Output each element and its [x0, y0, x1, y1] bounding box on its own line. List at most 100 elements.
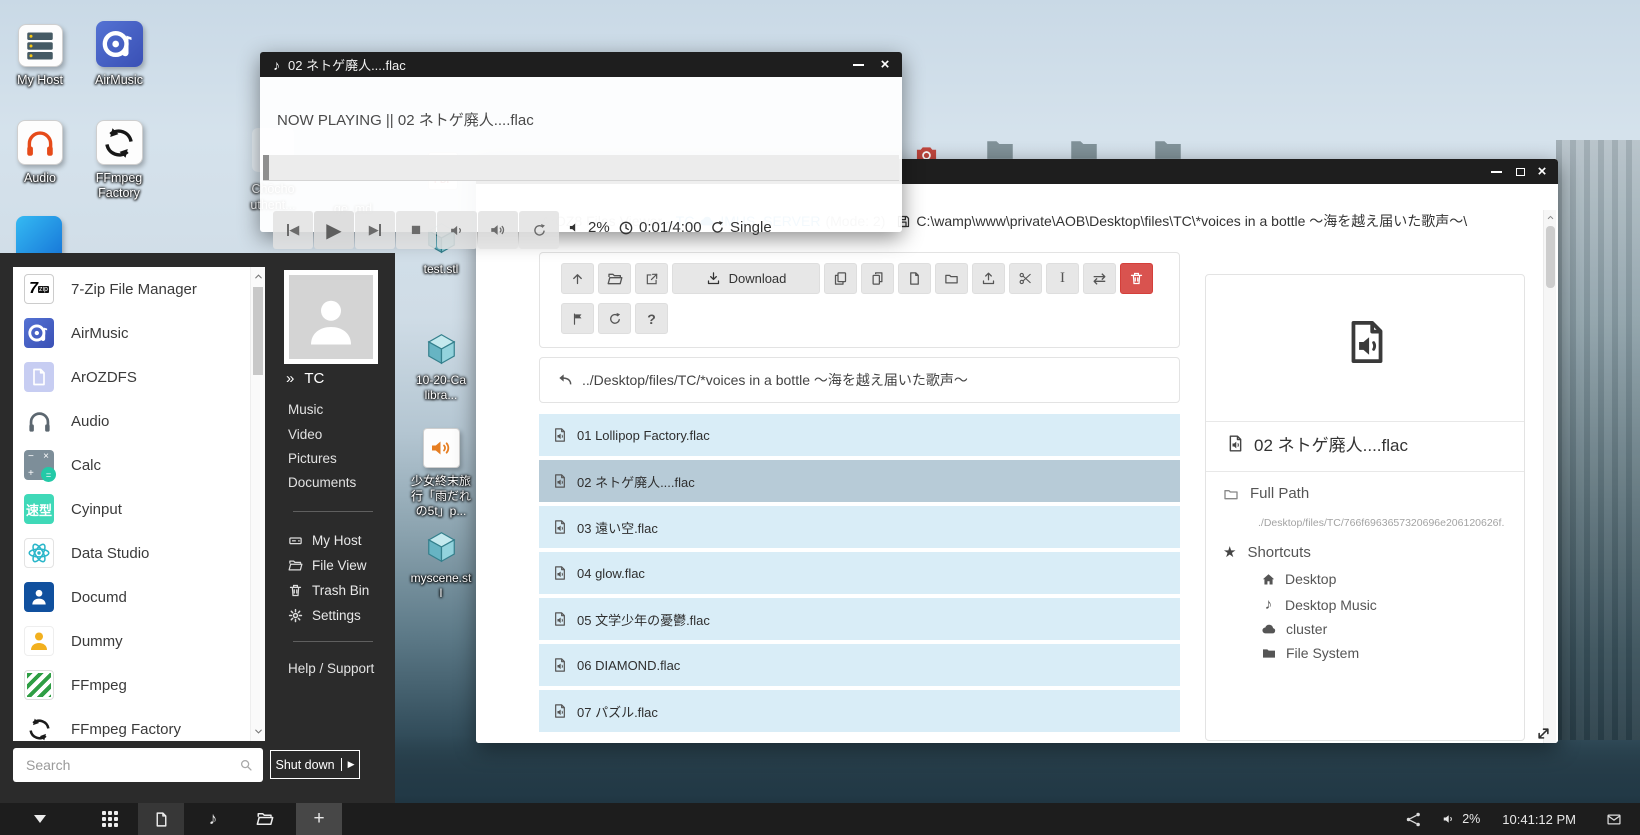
app-item-arozdfs[interactable]: ArOZDFS	[13, 355, 265, 399]
copy-button[interactable]	[824, 263, 857, 294]
menu-settings[interactable]: Settings	[288, 608, 361, 623]
notifications-button[interactable]	[1588, 803, 1640, 835]
app-item-ffmpeg-factory[interactable]: FFmpeg Factory	[13, 707, 265, 741]
taskbar-add-button[interactable]: +	[296, 803, 342, 835]
scroll-down-icon[interactable]	[253, 726, 264, 737]
stop-button[interactable]: ■	[396, 211, 436, 249]
desktop-icon-myscene-stl[interactable]: myscene.st l	[395, 529, 487, 601]
menu-file-view[interactable]: File View	[288, 558, 367, 573]
app-item-ffmpeg[interactable]: FFmpeg	[13, 663, 265, 707]
hide-menu-button[interactable]	[18, 803, 62, 835]
previous-button[interactable]: ◀	[273, 211, 313, 249]
desktop-icon-label: libra...	[425, 388, 458, 403]
app-item-audio[interactable]: Audio	[13, 399, 265, 443]
file-row[interactable]: 04 glow.flac	[539, 552, 1180, 594]
rename-button[interactable]: I	[1046, 263, 1079, 294]
close-button[interactable]: ×	[1532, 159, 1552, 184]
scrollbar-thumb[interactable]	[1546, 226, 1555, 288]
open-button[interactable]	[598, 263, 631, 294]
minimize-button[interactable]	[1486, 159, 1506, 184]
clock[interactable]: 10:41:12 PM	[1502, 803, 1576, 835]
minimize-button[interactable]	[848, 52, 868, 77]
wallpaper-right-band	[1556, 140, 1640, 740]
taskbar-file-button[interactable]	[138, 803, 184, 835]
app-item-calc[interactable]: −×+ = Calc	[13, 443, 265, 487]
app-item-data-studio[interactable]: Data Studio	[13, 531, 265, 575]
open-external-button[interactable]	[635, 263, 668, 294]
desktop-icon-airmusic[interactable]: AirMusic	[73, 21, 165, 88]
explorer-scrollbar[interactable]	[1543, 210, 1556, 743]
speaker-icon	[1442, 812, 1456, 826]
link-pictures[interactable]: Pictures	[288, 451, 337, 466]
reload-button[interactable]	[519, 211, 559, 249]
scrollbar-thumb[interactable]	[253, 287, 263, 375]
bookmark-button[interactable]	[561, 303, 594, 334]
seek-bar[interactable]	[263, 155, 899, 181]
file-row-selected[interactable]: 02 ネトゲ廃人....flac	[539, 460, 1180, 502]
app-item-cyinput[interactable]: 速型 Cyinput	[13, 487, 265, 531]
file-row[interactable]: 07 パズル.flac	[539, 690, 1180, 732]
upload-button[interactable]	[972, 263, 1005, 294]
volume-down-button[interactable]	[437, 211, 477, 249]
shutdown-button[interactable]: Shut down▶	[270, 750, 360, 779]
full-path-value: ./Desktop/files/TC/766f6963657320696e206…	[1258, 517, 1516, 529]
play-button[interactable]: ▶	[314, 211, 354, 249]
connection-icon[interactable]	[1398, 803, 1428, 835]
volume-up-button[interactable]	[478, 211, 518, 249]
taskbar-folder-button[interactable]	[242, 803, 288, 835]
scroll-up-icon[interactable]	[253, 271, 264, 282]
breadcrumb-card[interactable]: ../Desktop/files/TC/*voices in a bottle …	[539, 357, 1180, 403]
move-button[interactable]: ⇄	[1083, 263, 1116, 294]
help-support-link[interactable]: Help / Support	[288, 661, 374, 676]
taskbar-music-button[interactable]: ♪	[190, 803, 236, 835]
resize-handle-icon[interactable]	[1534, 724, 1553, 743]
desktop-icon-calibra[interactable]: 10-20-Ca libra...	[395, 331, 487, 403]
desktop-icon-audio-file[interactable]: 少女終末旅 行「雨だれ の5t」p...	[395, 428, 487, 519]
avatar[interactable]	[284, 270, 378, 364]
file-row[interactable]: 03 遠い空.flac	[539, 506, 1180, 548]
next-button[interactable]: ▶	[355, 211, 395, 249]
player-titlebar[interactable]: ♪ 02 ネトゲ廃人....flac ×	[260, 52, 902, 77]
speaker-icon	[568, 220, 583, 235]
paste-button[interactable]	[861, 263, 894, 294]
app-item-airmusic[interactable]: AirMusic	[13, 311, 265, 355]
up-directory-button[interactable]	[561, 263, 594, 294]
breadcrumb: ../Desktop/files/TC/*voices in a bottle …	[582, 370, 968, 390]
volume-tray[interactable]: 2%	[1442, 803, 1480, 835]
user-row[interactable]: »TC	[286, 370, 324, 387]
desktop-icon-label: test.stl	[424, 262, 459, 277]
refresh-button[interactable]	[598, 303, 631, 334]
shortcut-cluster[interactable]: cluster	[1261, 621, 1327, 637]
app-item-dummy[interactable]: Dummy	[13, 619, 265, 663]
maximize-button[interactable]	[1510, 159, 1530, 184]
desktop-icon-partial-1[interactable]	[16, 216, 62, 254]
shortcut-desktop[interactable]: Desktop	[1261, 571, 1336, 587]
help-button[interactable]: ?	[635, 303, 668, 334]
folder-outline-icon	[1223, 486, 1239, 502]
new-folder-button[interactable]	[935, 263, 968, 294]
app-item-documd[interactable]: Documd	[13, 575, 265, 619]
file-row[interactable]: 01 Lollipop Factory.flac	[539, 414, 1180, 456]
menu-my-host[interactable]: My Host	[288, 533, 362, 548]
close-button[interactable]: ×	[875, 52, 895, 77]
link-video[interactable]: Video	[288, 427, 322, 442]
app-drawer-button[interactable]	[90, 803, 130, 835]
delete-button[interactable]	[1120, 263, 1153, 294]
scroll-up-icon[interactable]	[1546, 213, 1555, 222]
full-path-row: Full Path	[1223, 485, 1309, 502]
app-item-7zip[interactable]: 7zip 7-Zip File Manager	[13, 267, 265, 311]
app-list-scrollbar[interactable]	[250, 267, 265, 741]
link-music[interactable]: Music	[288, 402, 323, 417]
file-row[interactable]: 05 文学少年の憂鬱.flac	[539, 598, 1180, 640]
cut-button[interactable]	[1009, 263, 1042, 294]
new-file-button[interactable]	[898, 263, 931, 294]
link-documents[interactable]: Documents	[288, 475, 356, 490]
menu-trash-bin[interactable]: Trash Bin	[288, 583, 369, 598]
loop-mode-toggle[interactable]: Single	[710, 219, 772, 236]
file-row[interactable]: 06 DIAMOND.flac	[539, 644, 1180, 686]
shortcut-desktop-music[interactable]: ♪ Desktop Music	[1261, 596, 1377, 613]
download-button[interactable]: Download	[672, 263, 820, 294]
search-input[interactable]	[13, 748, 263, 782]
desktop-icon-ffmpeg-factory[interactable]: FFmpeg Factory	[73, 120, 165, 201]
shortcut-file-system[interactable]: File System	[1261, 645, 1359, 661]
